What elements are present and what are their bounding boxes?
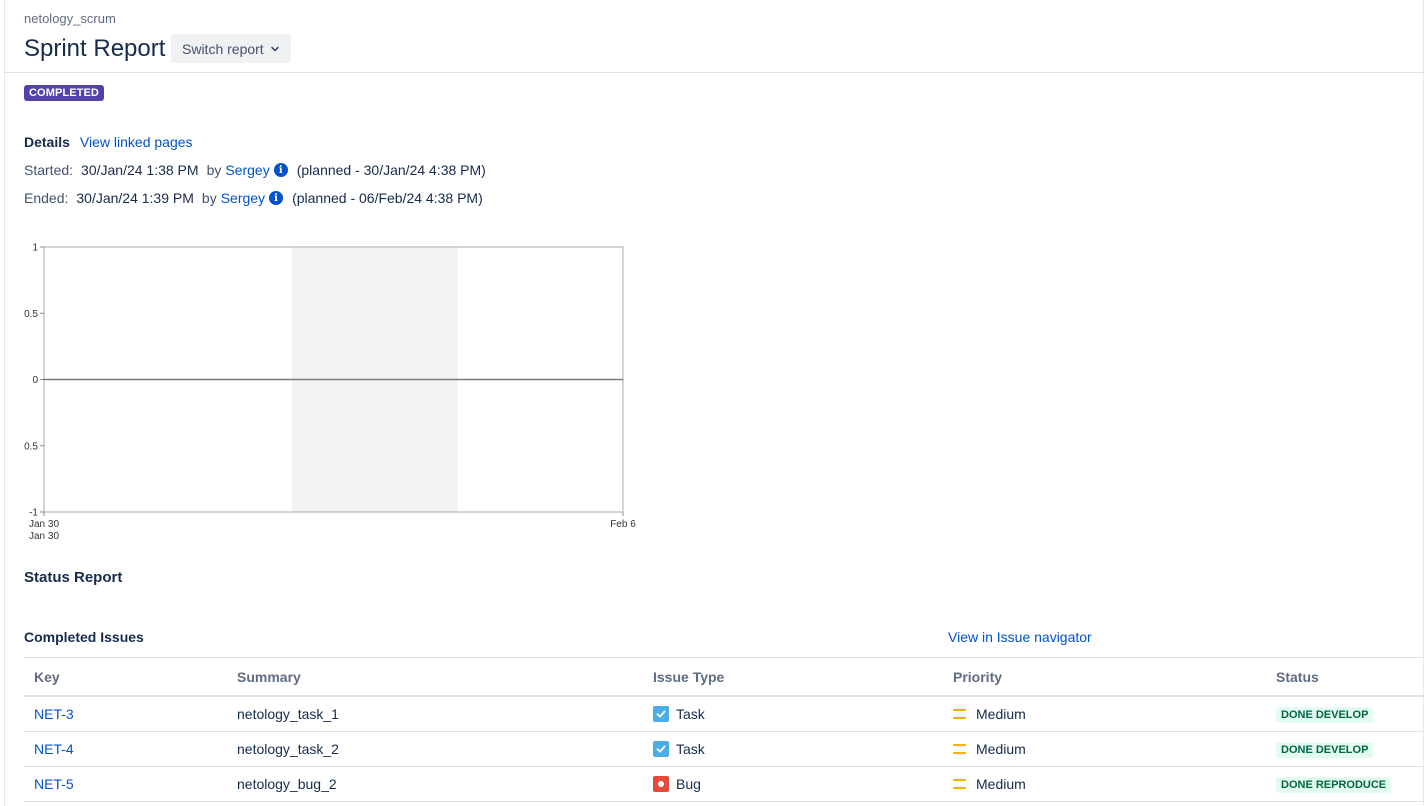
priority-medium-icon — [953, 709, 966, 719]
priority-label: Medium — [976, 776, 1026, 792]
started-user-link[interactable]: Sergey — [225, 162, 269, 178]
view-linked-pages-link[interactable]: View linked pages — [80, 134, 193, 150]
issue-type-label: Bug — [676, 776, 701, 792]
view-in-issue-navigator-link[interactable]: View in Issue navigator — [948, 629, 1092, 645]
ended-date: 30/Jan/24 1:39 PM — [76, 190, 194, 206]
ended-by: by — [201, 190, 217, 206]
table-row: NET-4 netology_task_2 Task Medium DONE D… — [24, 731, 1424, 767]
ended-user-link[interactable]: Sergey — [221, 190, 265, 206]
completed-issues-table: Key Summary Issue Type Priority Status N… — [24, 657, 1424, 802]
started-by: by — [206, 162, 222, 178]
x-sub-tick-label: Jan 30 — [29, 531, 59, 542]
issue-summary: netology_bug_2 — [227, 766, 643, 802]
info-icon[interactable]: i — [269, 191, 284, 205]
project-name[interactable]: netology_scrum — [24, 11, 116, 26]
table-row: NET-3 netology_task_1 Task Medium DONE D… — [24, 696, 1424, 732]
status-badge: DONE DEVELOP — [1276, 742, 1374, 758]
y-tick-label: 0.5 — [24, 441, 38, 452]
started-label: Started: — [24, 162, 74, 178]
y-tick-label: 1 — [32, 243, 38, 254]
column-header-priority[interactable]: Priority — [943, 657, 1266, 697]
started-row: Started: 30/Jan/24 1:38 PM by Sergey i (… — [24, 162, 486, 178]
details-header: Details View linked pages — [24, 134, 193, 150]
issue-summary: netology_task_2 — [227, 731, 643, 767]
switch-report-label: Switch report — [182, 40, 264, 57]
ended-planned: (planned - 06/Feb/24 4:38 PM) — [292, 190, 483, 206]
chevron-down-icon — [270, 46, 279, 51]
bug-icon — [653, 776, 669, 792]
details-label: Details — [24, 134, 70, 150]
y-tick-label: 0 — [32, 375, 38, 386]
page-title: Sprint Report — [24, 35, 166, 62]
column-header-summary[interactable]: Summary — [227, 657, 643, 697]
x-tick-label: Feb 6 — [610, 519, 636, 530]
info-icon[interactable]: i — [273, 163, 288, 177]
issue-type-label: Task — [676, 706, 705, 722]
started-date: 30/Jan/24 1:38 PM — [81, 162, 199, 178]
issue-key-link[interactable]: NET-5 — [34, 776, 74, 792]
priority-label: Medium — [976, 741, 1026, 757]
task-checkbox-icon — [653, 706, 669, 722]
issue-key-link[interactable]: NET-3 — [34, 706, 74, 722]
switch-report-button[interactable]: Switch report — [171, 34, 291, 63]
task-checkbox-icon — [653, 741, 669, 757]
issue-type-label: Task — [676, 741, 705, 757]
x-tick-label: Jan 30 — [29, 519, 59, 530]
header-divider — [4, 72, 1424, 73]
table-header-row: Key Summary Issue Type Priority Status — [24, 657, 1424, 697]
column-header-status[interactable]: Status — [1266, 657, 1424, 697]
issue-key-link[interactable]: NET-4 — [34, 741, 74, 757]
ended-label: Ended: — [24, 190, 69, 206]
priority-medium-icon — [953, 779, 966, 789]
ended-row: Ended: 30/Jan/24 1:39 PM by Sergey i (pl… — [24, 190, 483, 206]
status-badge: DONE REPRODUCE — [1276, 777, 1392, 793]
y-tick-label: 0.5 — [24, 309, 38, 320]
table-row: NET-5 netology_bug_2 Bug Medium DONE REP… — [24, 766, 1424, 802]
status-badge: DONE DEVELOP — [1276, 707, 1374, 723]
priority-medium-icon — [953, 744, 966, 754]
completed-issues-title: Completed Issues — [24, 629, 144, 645]
started-planned: (planned - 30/Jan/24 4:38 PM) — [296, 162, 486, 178]
chart-svg: 10.500.5-1Jan 30 Feb 6Jan 30 — [24, 243, 636, 543]
burndown-chart: 1 0.5 0 0.5 -1 Jan 30 Feb 6 Jan 30 — [0, 230, 660, 555]
column-header-key[interactable]: Key — [24, 657, 227, 697]
y-tick-label: -1 — [29, 508, 38, 519]
status-report-title: Status Report — [24, 569, 123, 586]
column-header-issue-type[interactable]: Issue Type — [643, 657, 943, 697]
priority-label: Medium — [976, 706, 1026, 722]
issue-summary: netology_task_1 — [227, 696, 643, 732]
sprint-status-badge: COMPLETED — [24, 85, 104, 101]
